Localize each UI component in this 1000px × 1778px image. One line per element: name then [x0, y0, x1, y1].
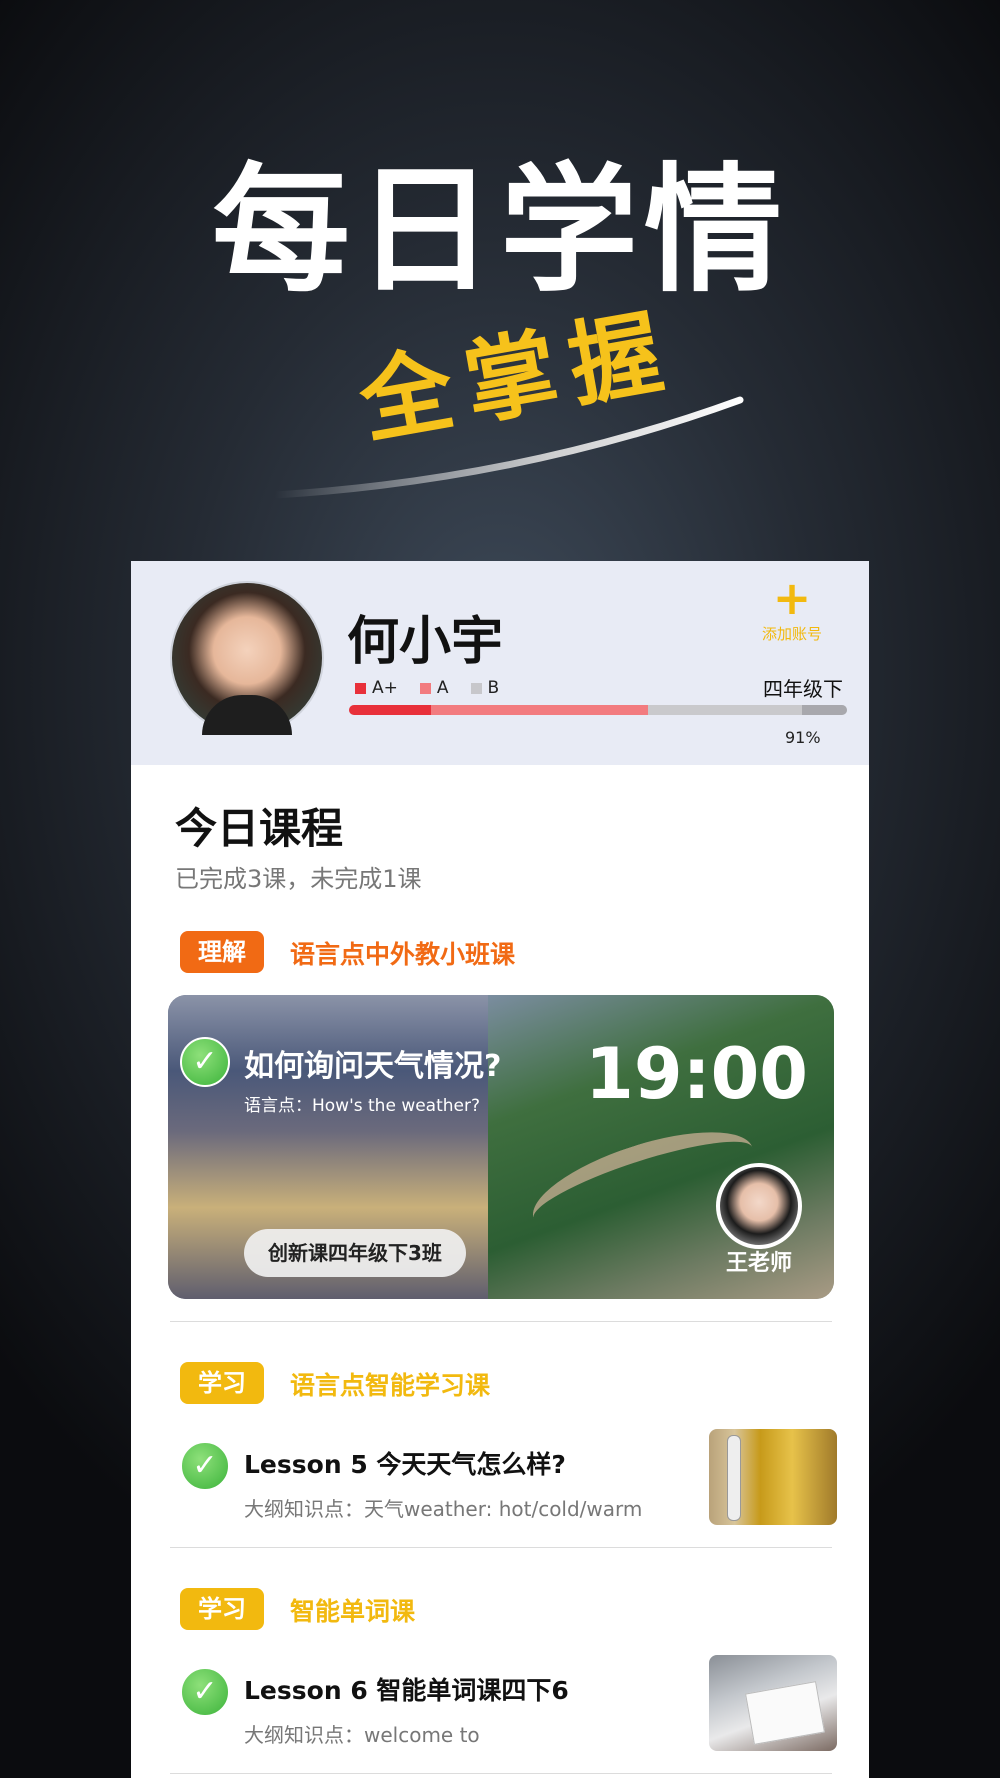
course3-title[interactable]: Lesson 6 智能单词课四下6	[244, 1671, 569, 1707]
grade-legend: A+ A B	[355, 678, 499, 698]
swoosh-decoration	[271, 396, 744, 499]
course1-title: 如何询问天气情况?	[244, 1049, 502, 1084]
course2-subtitle: 大纲知识点：天气weather: hot/cold/warm	[244, 1497, 643, 1521]
legend-item-a: A	[419, 678, 449, 698]
course3-type: 智能单词课	[290, 1597, 416, 1626]
course3-subtitle: 大纲知识点：welcome to	[244, 1723, 480, 1747]
teacher-name: 王老师	[725, 1251, 792, 1276]
student-avatar[interactable]	[170, 581, 324, 735]
check-circle-icon: ✓	[180, 1441, 230, 1491]
legend-item-a-plus: A+	[355, 678, 398, 698]
legend-label-a-plus: A+	[372, 678, 398, 698]
today-summary: 已完成3课，未完成1课	[175, 865, 422, 893]
course2-tag: 学习	[180, 1362, 264, 1404]
legend-swatch-b	[470, 682, 482, 694]
course3-tag: 学习	[180, 1588, 264, 1630]
legend-label-b: B	[487, 678, 500, 698]
divider	[170, 1547, 832, 1548]
hero-title: 每日学情	[211, 150, 788, 311]
student-name: 何小宇	[347, 612, 504, 672]
grade-progress-bar	[349, 705, 847, 715]
today-title: 今日课程	[175, 804, 344, 853]
divider	[170, 1321, 832, 1322]
paper-image	[745, 1681, 825, 1745]
course2-title[interactable]: Lesson 5 今天天气怎么样?	[244, 1445, 566, 1481]
course1-class-button[interactable]: 创新课四年级下3班	[244, 1229, 466, 1277]
legend-swatch-a-plus	[355, 682, 366, 694]
course2-thumbnail[interactable]	[709, 1429, 837, 1525]
legend-label-a: A	[436, 678, 449, 698]
legend-item-b: B	[470, 678, 500, 698]
teacher-avatar[interactable]	[716, 1163, 802, 1249]
course1-type: 语言点中外教小班课	[290, 940, 516, 969]
progress-percent: 91%	[785, 728, 821, 747]
thermometer-image	[727, 1435, 741, 1521]
course1-card[interactable]: ✓ 如何询问天气情况? 语言点：How's the weather? 19:00…	[168, 995, 834, 1299]
add-account-button[interactable]: + 添加账号	[737, 575, 847, 644]
course3-thumbnail[interactable]	[709, 1655, 837, 1751]
app-card: 何小宇 + 添加账号 A+ A B 四年级下 91% 今日课程 已完成3课，未完…	[131, 561, 869, 1778]
progress-segment-b	[647, 705, 803, 715]
course1-tag: 理解	[180, 931, 264, 973]
course1-time: 19:00	[585, 1033, 808, 1115]
progress-segment-a	[431, 705, 648, 715]
course2-type: 语言点智能学习课	[290, 1371, 491, 1400]
check-circle-icon: ✓	[180, 1037, 230, 1087]
plus-icon: +	[772, 571, 812, 625]
add-account-label: 添加账号	[761, 625, 822, 643]
check-circle-icon: ✓	[180, 1667, 230, 1717]
grade-label[interactable]: 四年级下	[763, 673, 843, 702]
profile-header: 何小宇 + 添加账号 A+ A B 四年级下 91%	[131, 561, 869, 765]
divider	[170, 1773, 832, 1774]
legend-swatch-a	[419, 682, 431, 694]
course1-subtitle: 语言点：How's the weather?	[244, 1096, 481, 1116]
progress-segment-rest	[802, 705, 847, 715]
progress-segment-a-plus	[349, 705, 432, 715]
